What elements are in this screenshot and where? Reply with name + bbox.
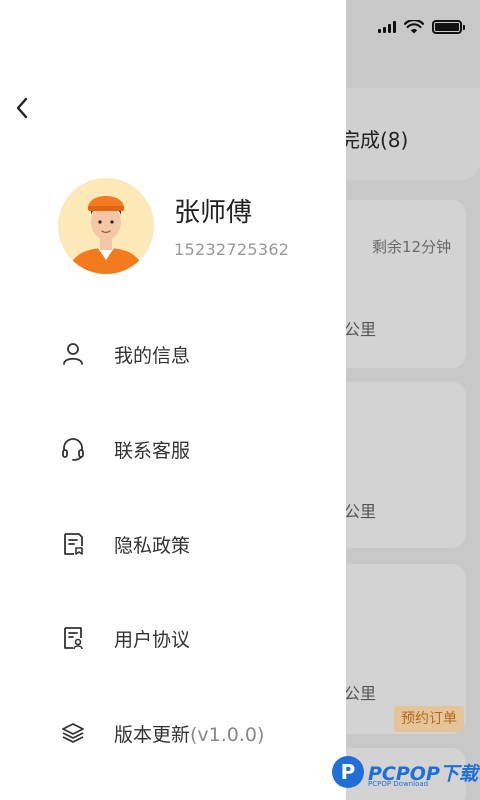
agreement-icon xyxy=(60,625,86,651)
background-distance: 公里 xyxy=(344,502,377,521)
watermark-subtext: PCPOP Download xyxy=(368,780,429,788)
user-name: 张师傅 xyxy=(174,198,253,228)
document-icon xyxy=(60,531,86,557)
background-remaining-time: 剩余12分钟 xyxy=(372,238,452,256)
user-icon xyxy=(60,341,86,367)
headset-icon xyxy=(60,436,86,462)
watermark: P PCPOP下载 PCPOP Download xyxy=(332,756,478,788)
background-tab-completed: 完成(8) xyxy=(340,128,409,152)
side-drawer: 张师傅 15232725362 我的信息 联系客服 隐私政策 用户协议 版本更新… xyxy=(0,0,346,800)
menu-item-label: 隐私政策 xyxy=(114,534,191,557)
status-bar xyxy=(378,20,465,34)
menu-item-label: 联系客服 xyxy=(114,439,191,462)
watermark-logo: P xyxy=(332,756,364,788)
battery-icon xyxy=(432,20,465,34)
layers-icon xyxy=(60,720,86,746)
menu-item-version-update[interactable]: 版本更新(v1.0.0) xyxy=(60,711,320,755)
menu-item-label: 我的信息 xyxy=(114,344,191,367)
background-distance: 公里 xyxy=(344,320,377,339)
avatar xyxy=(58,178,154,274)
back-button[interactable] xyxy=(8,94,36,122)
menu-item-label: 用户协议 xyxy=(114,628,191,651)
signal-icon xyxy=(378,21,396,33)
user-phone: 15232725362 xyxy=(174,240,290,259)
background-reservation-badge: 预约订单 xyxy=(394,706,464,732)
version-number: (v1.0.0) xyxy=(190,723,265,746)
menu-item-user-agreement[interactable]: 用户协议 xyxy=(60,616,320,660)
menu-item-label: 版本更新(v1.0.0) xyxy=(114,720,264,747)
menu-item-privacy-policy[interactable]: 隐私政策 xyxy=(60,522,320,566)
worker-avatar-icon xyxy=(68,196,144,274)
menu-item-label-text: 版本更新 xyxy=(114,723,191,746)
chevron-left-icon xyxy=(16,97,28,119)
background-distance: 公里 xyxy=(344,684,377,703)
menu-item-customer-service[interactable]: 联系客服 xyxy=(60,427,320,471)
menu-item-my-info[interactable]: 我的信息 xyxy=(60,332,320,376)
wifi-icon xyxy=(404,20,424,34)
